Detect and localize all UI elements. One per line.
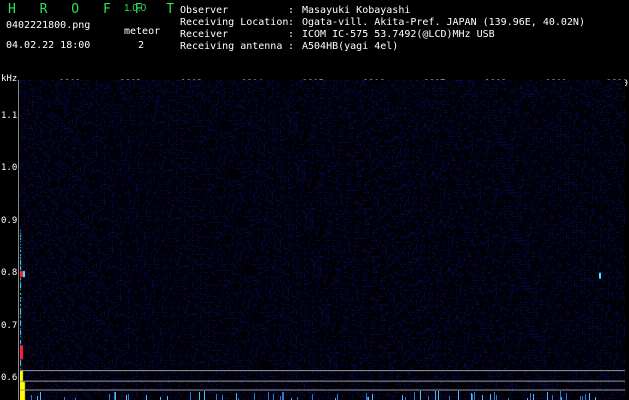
info-value: ICOM IC-575 53.7492(@LCD)MHz USB — [302, 29, 495, 40]
info-key: Observer — [180, 5, 229, 16]
y-tick-label: 0.6 — [1, 373, 18, 384]
header: H R O F F T 1.0.0 0402221800.png meteor … — [0, 0, 629, 70]
noise-spike — [204, 391, 205, 400]
info-sep: : — [288, 5, 295, 16]
noise-spike — [273, 394, 274, 400]
app-brand: H R O F F T — [8, 2, 183, 17]
noise-spike — [40, 392, 41, 400]
noise-spike — [580, 396, 581, 400]
noise-spike — [566, 393, 567, 400]
info-key: Receiving Location — [180, 17, 289, 28]
info-row-receiver: Receiver: ICOM IC-575 53.7492(@LCD)MHz US… — [180, 29, 585, 41]
noise-spike — [402, 395, 403, 400]
info-key: Receiving antenna — [180, 41, 283, 52]
meteor-count: 2 — [138, 40, 145, 51]
spectrogram-plot — [20, 80, 625, 400]
noise-spike — [530, 393, 531, 400]
noise-spike — [482, 395, 483, 400]
y-tick-label: 1.0 — [1, 163, 18, 174]
noise-spike — [414, 392, 415, 400]
info-row-antenna: Receiving antenna: A504HB(yagi 4el) — [180, 41, 585, 53]
noise-spike — [547, 392, 548, 400]
y-tick-label: 0.9 — [1, 215, 18, 226]
noise-spike — [589, 393, 590, 400]
noise-spike — [126, 395, 127, 400]
noise-spike — [585, 394, 586, 400]
noise-spike — [474, 392, 475, 400]
noise-spike — [167, 396, 168, 400]
noise-spike — [268, 392, 269, 400]
noise-spike — [533, 394, 534, 400]
noise-spike — [496, 395, 497, 400]
noise-spike — [37, 396, 38, 400]
noise-spike — [222, 395, 223, 400]
noise-spike — [199, 392, 200, 400]
noise-spike — [366, 393, 367, 400]
noise-spike — [471, 393, 472, 400]
noise-spike — [449, 396, 450, 400]
station-info: Observer: Masayuki Kobayashi Receiving Lo… — [180, 5, 585, 53]
noise-spike — [552, 395, 553, 400]
info-value: A504HB(yagi 4el) — [302, 41, 399, 52]
noise-spike — [115, 392, 116, 400]
noise-spike — [236, 393, 237, 400]
noise-spike — [109, 394, 110, 400]
meteor-label: meteor — [124, 26, 161, 37]
y-axis-unit-label: kHz — [1, 74, 18, 84]
meteor-echo — [23, 271, 25, 278]
y-tick-label: 0.7 — [1, 320, 18, 331]
noise-spike — [280, 396, 281, 400]
info-key: Receiver — [180, 29, 229, 40]
y-tick-label: 0.8 — [1, 268, 18, 279]
noise-spike — [458, 391, 459, 400]
noise-spike — [428, 396, 429, 400]
noise-spike — [438, 391, 439, 400]
noise-spike — [472, 394, 473, 400]
meteor-echo — [599, 272, 601, 279]
noise-spike — [560, 391, 561, 400]
noise-spike — [494, 392, 495, 400]
noise-spike — [128, 394, 129, 400]
noise-spike — [282, 392, 283, 400]
noise-spike — [146, 395, 147, 400]
datetime: 04.02.22 18:00 — [6, 40, 91, 51]
info-sep: : — [288, 41, 295, 52]
noise-spike — [254, 393, 255, 400]
y-tick-label: 1.1 — [1, 110, 18, 121]
noise-spike — [114, 392, 115, 400]
noise-spike — [372, 394, 373, 400]
spectrogram-overlay — [20, 271, 625, 400]
noise-spike — [31, 395, 32, 400]
y-axis-line — [18, 80, 19, 400]
app-version: 1.0.0 — [124, 3, 147, 14]
noise-spike — [337, 394, 338, 400]
info-row-observer: Observer: Masayuki Kobayashi — [180, 5, 585, 17]
info-value: Ogata-vill. Akita-Pref. JAPAN (139.96E, … — [302, 17, 585, 28]
info-row-location: Receiving Location: Ogata-vill. Akita-Pre… — [180, 17, 585, 29]
noise-spike — [312, 394, 313, 400]
file-name: 0402221800.png — [6, 20, 91, 31]
noise-spike — [283, 392, 284, 400]
info-value: Masayuki Kobayashi — [302, 5, 411, 16]
info-sep: : — [288, 17, 295, 28]
noise-spike — [190, 392, 191, 400]
noise-spike — [420, 391, 421, 400]
noise-spike — [490, 394, 491, 400]
noise-spike — [216, 394, 217, 400]
noise-spike — [435, 391, 436, 400]
info-sep: : — [288, 29, 295, 40]
